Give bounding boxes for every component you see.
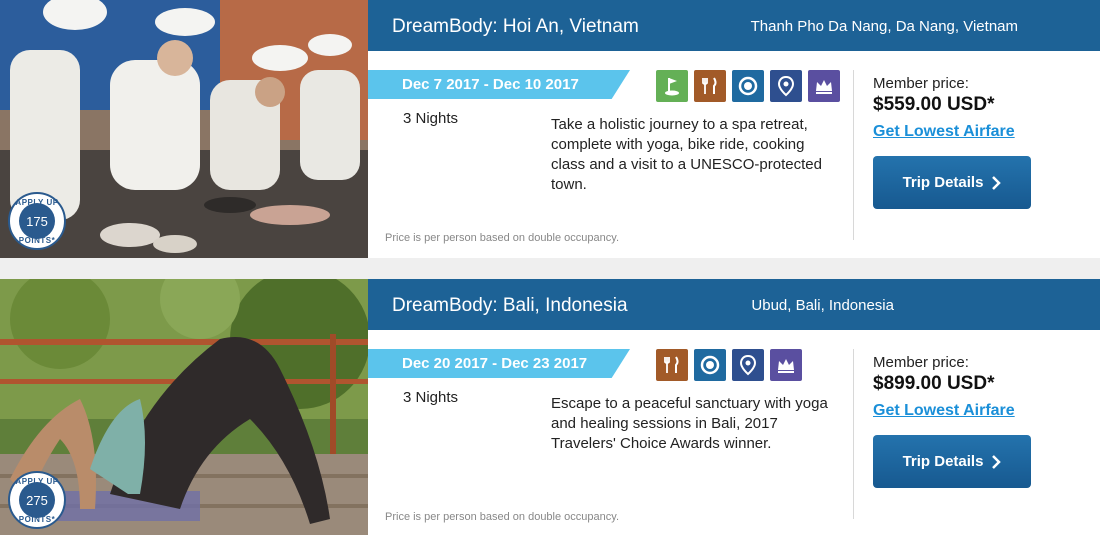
member-price-label: Member price: xyxy=(873,75,969,92)
member-price-value: $559.00 USD* xyxy=(873,94,995,115)
luxury-crown-icon[interactable] xyxy=(770,349,802,381)
get-lowest-airfare-link[interactable]: Get Lowest Airfare xyxy=(873,123,1015,141)
member-price-value: $899.00 USD* xyxy=(873,373,995,394)
points-ring-text: APPLY UP TO xyxy=(15,198,59,216)
location-pin-icon[interactable] xyxy=(770,70,802,102)
get-lowest-airfare-link[interactable]: Get Lowest Airfare xyxy=(873,402,1015,420)
trip-dates: Dec 20 2017 - Dec 23 2017 xyxy=(368,349,630,378)
dining-icon[interactable] xyxy=(656,349,688,381)
trip-dates: Dec 7 2017 - Dec 10 2017 xyxy=(368,70,630,99)
points-ring-text-bottom: POINTS* xyxy=(18,236,56,245)
trip-details-button[interactable]: Trip Details xyxy=(873,156,1031,209)
trip-header: DreamBody: Hoi An, Vietnam Thanh Pho Da … xyxy=(368,0,1100,51)
price-disclaimer: Price is per person based on double occu… xyxy=(385,232,619,244)
amenity-icons xyxy=(656,349,802,381)
trip-photo[interactable]: APPLY UP TO 175 POINTS* xyxy=(0,0,368,258)
member-price-label: Member price: xyxy=(873,354,969,371)
spa-icon[interactable] xyxy=(732,70,764,102)
points-ring-text-bottom: POINTS* xyxy=(18,515,56,524)
dining-icon[interactable] xyxy=(694,70,726,102)
spa-icon[interactable] xyxy=(694,349,726,381)
trip-location: Ubud, Bali, Indonesia xyxy=(751,297,894,314)
trip-header: DreamBody: Bali, Indonesia Ubud, Bali, I… xyxy=(368,279,1100,330)
trip-nights: 3 Nights xyxy=(403,389,459,406)
amenity-icons xyxy=(656,70,840,102)
trip-photo[interactable]: APPLY UP TO 275 POINTS* xyxy=(0,279,368,535)
points-ring-text: APPLY UP TO xyxy=(15,477,59,495)
trip-details-button[interactable]: Trip Details xyxy=(873,435,1031,488)
price-disclaimer: Price is per person based on double occu… xyxy=(385,511,619,523)
apply-points-badge: APPLY UP TO 275 POINTS* xyxy=(8,471,66,529)
trip-description: Take a holistic journey to a spa retreat… xyxy=(551,116,822,193)
divider xyxy=(853,349,854,519)
divider xyxy=(853,70,854,240)
trip-location: Thanh Pho Da Nang, Da Nang, Vietnam xyxy=(750,18,1018,35)
trip-card: APPLY UP TO 275 POINTS* DreamBody: Bali,… xyxy=(0,279,1100,535)
trip-title[interactable]: DreamBody: Hoi An, Vietnam xyxy=(392,16,639,38)
trip-description: Escape to a peaceful sanctuary with yoga… xyxy=(551,395,828,452)
golf-icon[interactable] xyxy=(656,70,688,102)
location-pin-icon[interactable] xyxy=(732,349,764,381)
chevron-right-icon xyxy=(992,454,1002,469)
trip-card: APPLY UP TO 175 POINTS* DreamBody: Hoi A… xyxy=(0,0,1100,258)
apply-points-badge: APPLY UP TO 175 POINTS* xyxy=(8,192,66,250)
trip-title[interactable]: DreamBody: Bali, Indonesia xyxy=(392,295,628,317)
chevron-right-icon xyxy=(992,175,1002,190)
trip-nights: 3 Nights xyxy=(403,110,459,127)
trip-details-label: Trip Details xyxy=(902,174,984,191)
luxury-crown-icon[interactable] xyxy=(808,70,840,102)
trip-details-label: Trip Details xyxy=(902,453,984,470)
